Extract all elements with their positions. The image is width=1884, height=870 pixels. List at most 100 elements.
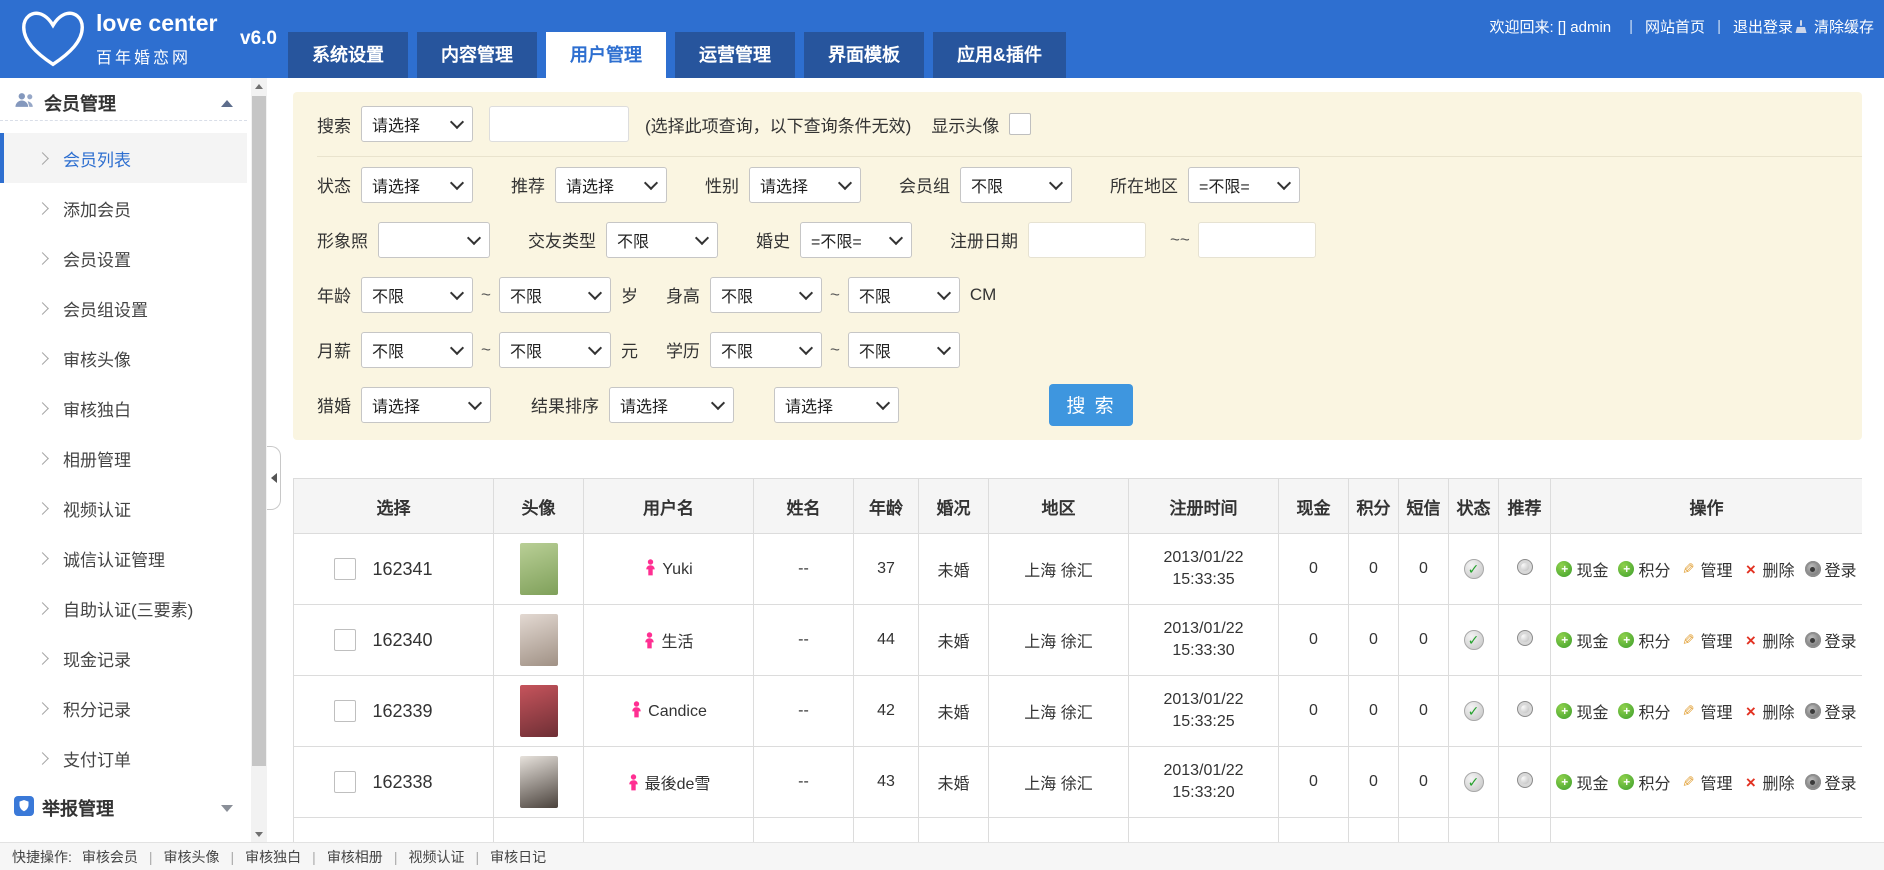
scrollbar-thumb[interactable] bbox=[252, 96, 266, 766]
height-from-select[interactable]: 不限 bbox=[710, 277, 822, 313]
status-approved-icon[interactable] bbox=[1464, 559, 1484, 579]
nav-tab[interactable]: 运营管理 bbox=[675, 32, 795, 78]
action-link[interactable]: 删除 bbox=[1743, 557, 1795, 581]
filter-select[interactable]: 请选择 bbox=[555, 167, 667, 203]
age-from-select[interactable]: 不限 bbox=[361, 277, 473, 313]
sidebar-item[interactable]: 会员列表 bbox=[0, 133, 247, 183]
type-select[interactable]: 不限 bbox=[606, 222, 718, 258]
filter-select[interactable]: 请选择 bbox=[749, 167, 861, 203]
nav-tab[interactable]: 用户管理 bbox=[546, 32, 666, 78]
action-link[interactable]: 现金 bbox=[1556, 770, 1608, 794]
action-link[interactable]: 积分 bbox=[1618, 770, 1670, 794]
action-link[interactable]: 登录 bbox=[1805, 770, 1857, 794]
action-link[interactable]: 现金 bbox=[1556, 699, 1608, 723]
header-link[interactable]: 网站首页 bbox=[1617, 16, 1705, 37]
action-link[interactable]: 现金 bbox=[1556, 557, 1608, 581]
edu-to-select[interactable]: 不限 bbox=[848, 332, 960, 368]
sidebar-item[interactable]: 会员组设置 bbox=[0, 283, 247, 333]
nav-tab[interactable]: 界面模板 bbox=[804, 32, 924, 78]
action-link[interactable]: 登录 bbox=[1805, 557, 1857, 581]
action-link[interactable]: 删除 bbox=[1743, 699, 1795, 723]
sort-select[interactable]: 请选择 bbox=[609, 387, 734, 423]
avatar[interactable] bbox=[520, 756, 558, 808]
photo-select[interactable] bbox=[378, 222, 490, 258]
avatar[interactable] bbox=[520, 543, 558, 595]
filter-select[interactable]: =不限= bbox=[1188, 167, 1300, 203]
row-checkbox[interactable] bbox=[334, 771, 356, 793]
height-to-select[interactable]: 不限 bbox=[848, 277, 960, 313]
sidebar-section-members[interactable]: 会员管理 bbox=[0, 78, 247, 121]
row-checkbox[interactable] bbox=[334, 700, 356, 722]
avatar[interactable] bbox=[520, 685, 558, 737]
sidebar-item[interactable]: 支付订单 bbox=[0, 733, 247, 783]
recommend-off-icon[interactable] bbox=[1517, 630, 1533, 646]
avatar[interactable] bbox=[520, 614, 558, 666]
search-type-select[interactable]: 请选择 bbox=[361, 106, 473, 142]
recommend-off-icon[interactable] bbox=[1517, 559, 1533, 575]
age-to-select[interactable]: 不限 bbox=[499, 277, 611, 313]
regdate-to-input[interactable] bbox=[1198, 222, 1316, 258]
action-link[interactable]: 积分 bbox=[1618, 628, 1670, 652]
action-link[interactable]: 管理 bbox=[1680, 770, 1732, 794]
nav-tab[interactable]: 内容管理 bbox=[417, 32, 537, 78]
action-link[interactable]: 管理 bbox=[1680, 699, 1732, 723]
nav-tab[interactable]: 应用&插件 bbox=[933, 32, 1066, 78]
collapse-up-arrow-icon[interactable] bbox=[221, 100, 233, 107]
quick-action-link[interactable]: 审核独白 bbox=[220, 847, 302, 867]
scroll-down-arrow[interactable] bbox=[251, 826, 267, 842]
hunt-select[interactable]: 请选择 bbox=[361, 387, 491, 423]
username-cell[interactable]: 生活 bbox=[584, 605, 754, 676]
nav-tab[interactable]: 系统设置 bbox=[288, 32, 408, 78]
quick-action-link[interactable]: 审核会员 bbox=[82, 847, 138, 867]
sort2-select[interactable]: 请选择 bbox=[774, 387, 899, 423]
sidebar-item[interactable]: 相册管理 bbox=[0, 433, 247, 483]
edu-from-select[interactable]: 不限 bbox=[710, 332, 822, 368]
username-cell[interactable]: Candice bbox=[584, 676, 754, 747]
action-link[interactable]: 积分 bbox=[1618, 557, 1670, 581]
action-link[interactable]: 删除 bbox=[1743, 770, 1795, 794]
sidebar-item[interactable]: 添加会员 bbox=[0, 183, 247, 233]
sidebar-item[interactable]: 审核头像 bbox=[0, 333, 247, 383]
username-cell[interactable]: Yuki bbox=[584, 534, 754, 605]
quick-action-link[interactable]: 视频认证 bbox=[383, 847, 465, 867]
sidebar-item[interactable]: 现金记录 bbox=[0, 633, 247, 683]
quick-action-link[interactable]: 审核日记 bbox=[464, 847, 546, 867]
sidebar-scrollbar[interactable] bbox=[251, 78, 267, 842]
header-link[interactable]: 清除缓存 bbox=[1793, 16, 1874, 37]
action-link[interactable]: 积分 bbox=[1618, 699, 1670, 723]
show-avatar-checkbox[interactable] bbox=[1009, 113, 1031, 135]
history-select[interactable]: =不限= bbox=[800, 222, 912, 258]
action-link[interactable]: 管理 bbox=[1680, 628, 1732, 652]
recommend-off-icon[interactable] bbox=[1517, 772, 1533, 788]
status-approved-icon[interactable] bbox=[1464, 701, 1484, 721]
quick-action-link[interactable]: 审核相册 bbox=[301, 847, 383, 867]
sidebar-item[interactable]: 积分记录 bbox=[0, 683, 247, 733]
action-link[interactable]: 管理 bbox=[1680, 557, 1732, 581]
sidebar-collapse-handle[interactable] bbox=[267, 446, 281, 510]
sidebar-item[interactable]: 自助认证(三要素) bbox=[0, 583, 247, 633]
sidebar-item[interactable]: 会员设置 bbox=[0, 233, 247, 283]
action-link[interactable]: 登录 bbox=[1805, 628, 1857, 652]
row-checkbox[interactable] bbox=[334, 629, 356, 651]
collapse-down-arrow-icon[interactable] bbox=[221, 805, 233, 812]
sidebar-item[interactable]: 诚信认证管理 bbox=[0, 533, 247, 583]
search-input[interactable] bbox=[489, 106, 629, 142]
username-cell[interactable]: 最後de雪 bbox=[584, 747, 754, 818]
status-approved-icon[interactable] bbox=[1464, 630, 1484, 650]
quick-action-link[interactable]: 审核头像 bbox=[138, 847, 220, 867]
filter-select[interactable]: 不限 bbox=[960, 167, 1072, 203]
sidebar-item[interactable]: 视频认证 bbox=[0, 483, 247, 533]
action-link[interactable]: 现金 bbox=[1556, 628, 1608, 652]
salary-to-select[interactable]: 不限 bbox=[499, 332, 611, 368]
search-button[interactable]: 搜 索 bbox=[1049, 384, 1133, 426]
scroll-up-arrow[interactable] bbox=[251, 78, 267, 94]
salary-from-select[interactable]: 不限 bbox=[361, 332, 473, 368]
sidebar-item[interactable]: 审核独白 bbox=[0, 383, 247, 433]
row-checkbox[interactable] bbox=[334, 558, 356, 580]
status-approved-icon[interactable] bbox=[1464, 772, 1484, 792]
action-link[interactable]: 删除 bbox=[1743, 628, 1795, 652]
sidebar-section-reports[interactable]: 举报管理 bbox=[0, 783, 247, 825]
header-link[interactable]: 退出登录 bbox=[1705, 16, 1793, 37]
regdate-from-input[interactable] bbox=[1028, 222, 1146, 258]
recommend-off-icon[interactable] bbox=[1517, 701, 1533, 717]
